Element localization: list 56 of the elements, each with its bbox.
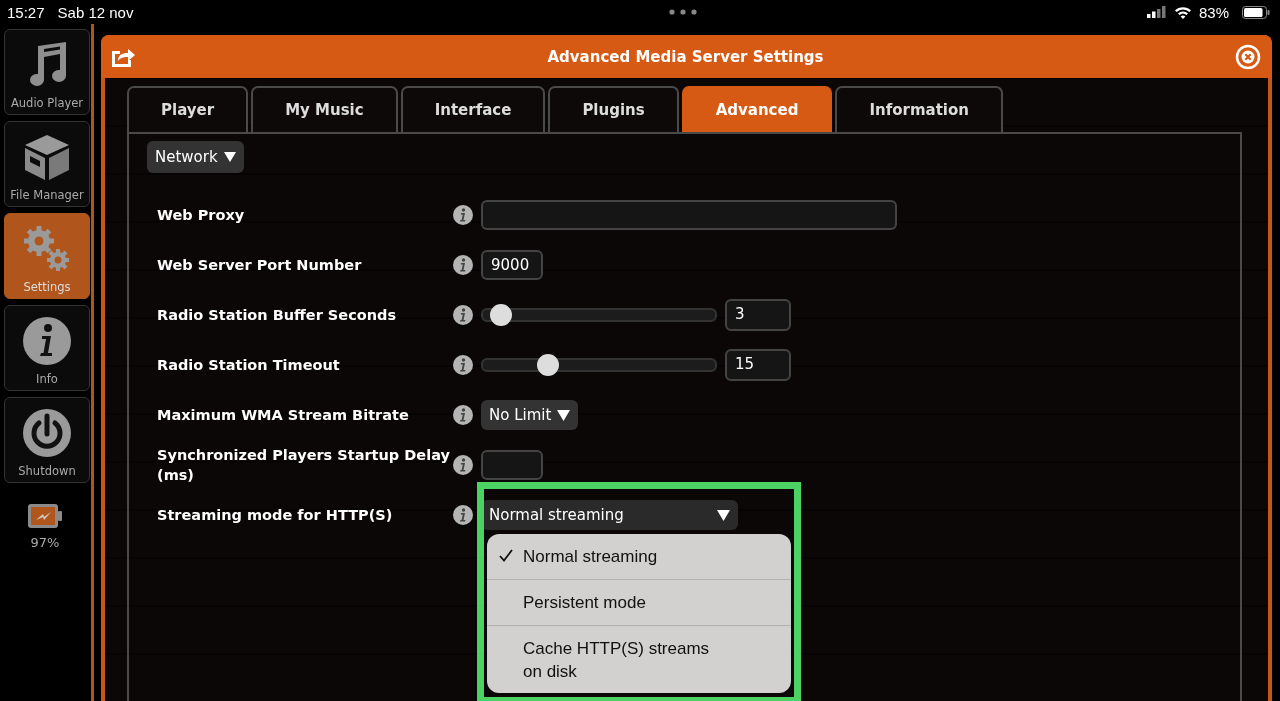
setting-label: Radio Station Timeout: [156, 356, 341, 375]
tab[interactable]: Plugins: [548, 86, 679, 132]
menu-option[interactable]: Cache HTTP(S) streams on disk: [487, 626, 791, 693]
info-icon: [22, 316, 72, 366]
nav-item[interactable]: File Manager: [4, 121, 90, 207]
setting-label: Web Proxy: [156, 206, 246, 225]
battery-icon: [1242, 5, 1270, 19]
info-icon[interactable]: [453, 255, 473, 275]
info-icon[interactable]: [453, 455, 473, 475]
number-field[interactable]: 3: [725, 299, 791, 331]
setting-label: Radio Station Buffer Seconds: [156, 306, 398, 325]
dropdown-arrow-icon: [717, 509, 730, 521]
dialog-title: Advanced Media Server Settings: [546, 47, 825, 66]
battery-level: 97%: [30, 535, 60, 550]
nav-item[interactable]: Info: [4, 305, 90, 391]
text-field[interactable]: [481, 200, 897, 230]
tab[interactable]: My Music: [251, 86, 398, 132]
info-icon[interactable]: [453, 355, 473, 375]
tab[interactable]: Information: [835, 86, 1003, 132]
signal-icon: [1147, 6, 1167, 18]
slider-thumb[interactable]: [489, 304, 512, 326]
dropdown-arrow-icon: [223, 152, 236, 162]
battery-percent: 83%: [1199, 3, 1229, 21]
section-dropdown[interactable]: Network: [147, 141, 244, 173]
info-icon[interactable]: [453, 205, 473, 225]
text-field[interactable]: [481, 450, 543, 480]
tab[interactable]: Player: [127, 86, 249, 132]
tab[interactable]: Advanced: [681, 86, 833, 132]
gears-icon: [22, 224, 72, 274]
status-date: Sab 12 nov: [57, 3, 134, 21]
dropdown-arrow-icon: [557, 409, 571, 421]
status-time: 15:27: [7, 3, 45, 21]
close-icon[interactable]: [1235, 43, 1261, 70]
battery-charging-icon: [27, 503, 63, 529]
setting-label: Maximum WMA Stream Bitrate: [156, 406, 410, 425]
info-icon[interactable]: [453, 505, 473, 525]
slider-thumb[interactable]: [536, 354, 559, 376]
menu-option[interactable]: Normal streaming: [487, 534, 791, 580]
setting-label: Streaming mode for HTTP(S): [156, 506, 394, 525]
box-icon: [22, 132, 72, 182]
setting-label: Web Server Port Number: [156, 256, 363, 275]
number-field[interactable]: 15: [725, 349, 791, 381]
menu-option[interactable]: Persistent mode: [487, 580, 791, 626]
power-icon: [22, 408, 72, 458]
info-icon[interactable]: [453, 305, 473, 325]
setting-label: Synchronized Players Startup Delay (ms): [156, 446, 451, 485]
nav-item[interactable]: Settings: [4, 213, 90, 299]
nav-item[interactable]: Shutdown: [4, 397, 90, 483]
info-icon[interactable]: [453, 405, 473, 425]
select-dropdown[interactable]: No Limit: [481, 400, 579, 430]
select-dropdown[interactable]: Normal streaming: [481, 500, 738, 530]
more-icon: [669, 9, 698, 15]
text-field[interactable]: 9000: [481, 250, 543, 280]
tab[interactable]: Interface: [400, 86, 546, 132]
wifi-icon: [1174, 5, 1192, 19]
nav-item[interactable]: Audio Player: [4, 29, 90, 115]
